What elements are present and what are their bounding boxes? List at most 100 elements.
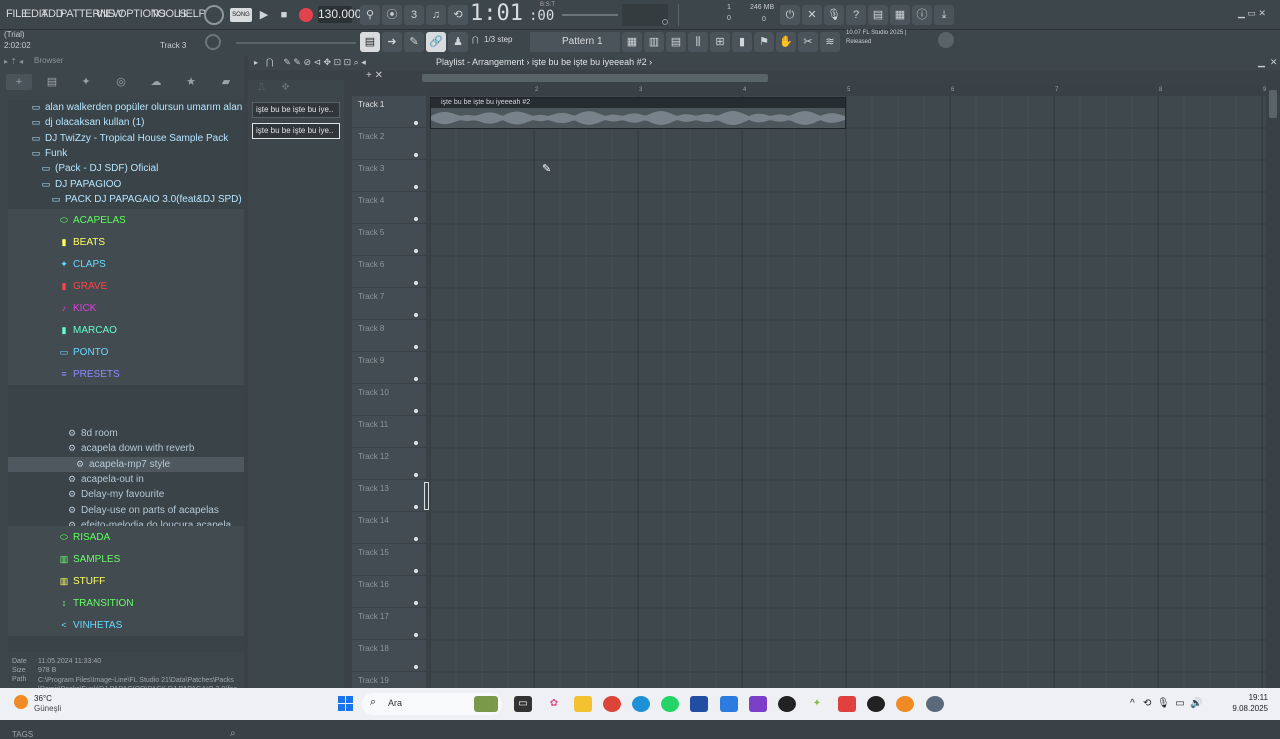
track-header[interactable]: Track 16	[352, 576, 426, 608]
browser-item[interactable]: ▮ MARCAO	[8, 319, 244, 341]
track-header[interactable]: Track 12	[352, 448, 426, 480]
browser-add-icon[interactable]: +	[6, 74, 32, 90]
hand-icon[interactable]: ✋	[776, 32, 796, 52]
copilot-icon[interactable]: ✿	[545, 696, 563, 712]
track-header[interactable]: Track 6	[352, 256, 426, 288]
tempo-display[interactable]: 130.000	[318, 6, 361, 23]
track-header[interactable]: Track 14	[352, 512, 426, 544]
track-resize-handle[interactable]	[424, 482, 429, 510]
taskbar-search[interactable]: ⌕ Ara	[362, 693, 502, 715]
browser-item[interactable]: ≡ PRESETS	[8, 363, 244, 385]
picker-icons[interactable]: ⎍ ✥	[258, 82, 290, 93]
mixer-view-icon[interactable]: ⫼	[688, 32, 708, 52]
track-enable-dot[interactable]	[414, 185, 418, 189]
playlist-icon[interactable]: ▤	[360, 32, 380, 52]
stamp-icon[interactable]: ♟	[448, 32, 468, 52]
track-header[interactable]: Track 1	[352, 96, 426, 128]
browser-item[interactable]: ▥ SAMPLES	[8, 548, 244, 570]
browser-item[interactable]: ▭ dj olacaksan kullan (1)	[8, 115, 244, 130]
track-enable-dot[interactable]	[414, 473, 418, 477]
song-mode-toggle[interactable]: SONG	[230, 8, 252, 22]
draw-mode-icon[interactable]: ✎	[404, 32, 424, 52]
browser-item[interactable]: ♪ KICK	[8, 297, 244, 319]
project-icon[interactable]: ▮	[732, 32, 752, 52]
record-button[interactable]	[299, 8, 313, 22]
channel-rack-icon[interactable]: ▥	[644, 32, 664, 52]
browser-item[interactable]: ↕ TRANSITION	[8, 592, 244, 614]
main-volume-knob[interactable]	[205, 34, 221, 50]
settings-icon[interactable]	[926, 696, 944, 712]
wait-input-icon[interactable]: ⦿	[382, 5, 402, 25]
start-button[interactable]	[338, 696, 354, 712]
track-header[interactable]: Track 7	[352, 288, 426, 320]
browser-item[interactable]: ⚙ acapela-out in	[8, 472, 244, 487]
track-enable-dot[interactable]	[414, 249, 418, 253]
track-header[interactable]: Track 4	[352, 192, 426, 224]
plugin-icon[interactable]: ▦	[890, 5, 910, 25]
timeline-ruler[interactable]: 23456789	[430, 86, 1266, 96]
browser-item[interactable]: ▮ BEATS	[8, 231, 244, 253]
browser-icon[interactable]: ⊞	[710, 32, 730, 52]
browser-plugin-icon[interactable]: ✦	[76, 74, 96, 90]
info-icon[interactable]: ⓘ	[912, 5, 932, 25]
recording-knob[interactable]	[204, 5, 224, 25]
track-header[interactable]: Track 15	[352, 544, 426, 576]
track-header[interactable]: Track 8	[352, 320, 426, 352]
edge-icon[interactable]	[632, 696, 650, 712]
picker-item-1[interactable]: işte bu be işte bu iye..	[252, 102, 340, 118]
track-enable-dot[interactable]	[414, 281, 418, 285]
browser-item[interactable]: ⚙ Delay-use on parts of acapelas	[8, 503, 244, 518]
save-icon[interactable]: ▤	[868, 5, 888, 25]
playlist-tools-icons[interactable]: ⋂ ✎ ✎ ⊘ ⊲ ✥ ⊡ ⊡ ⌕ ◂	[266, 57, 366, 68]
pattern-selector[interactable]: Pattern 1	[530, 32, 620, 52]
browser-file-icon[interactable]: ▤	[42, 74, 62, 90]
browser-star-icon[interactable]: ★	[181, 74, 201, 90]
countdown-icon[interactable]: 3	[404, 5, 424, 25]
help-icon[interactable]: ?	[846, 5, 866, 25]
task-view-icon[interactable]: ▭	[514, 696, 532, 712]
menu-help[interactable]: HELP	[178, 8, 206, 20]
app-icon-1[interactable]	[778, 696, 796, 712]
track-enable-dot[interactable]	[414, 665, 418, 669]
window-controls[interactable]: ▁ ▭ ✕	[1238, 8, 1266, 19]
app-icon-3[interactable]	[838, 696, 856, 712]
browser-bag-icon[interactable]: ▰	[216, 74, 236, 90]
tags-search-icon[interactable]: ⌕	[230, 728, 236, 739]
metronome-icon[interactable]: ⚲	[360, 5, 380, 25]
mixer-icon[interactable]: ▦	[622, 32, 642, 52]
browser-cloud-icon[interactable]: ☁	[146, 74, 166, 90]
stop-button[interactable]: ■	[274, 5, 294, 25]
browser-item[interactable]: ▭ DJ TwiZzy - Tropical House Sample Pack	[8, 131, 244, 146]
browser-item[interactable]: ⬭ RISADA	[8, 526, 244, 548]
cut-icon[interactable]: ✂	[798, 32, 818, 52]
browser-item[interactable]: ▭ DJ PAPAGIOO	[8, 177, 244, 192]
playlist-zoom-icon[interactable]: + ✕	[366, 70, 383, 81]
close-tool-icon[interactable]: ✕	[802, 5, 822, 25]
visual-studio-icon[interactable]	[749, 696, 767, 712]
tray-icons[interactable]: ^ ⟲ 🎙 ▭ 🔊	[1130, 698, 1203, 709]
browser-item[interactable]: < VINHETAS	[8, 614, 244, 636]
browser-item[interactable]: ▮ GRAVE	[8, 275, 244, 297]
magnet-icon[interactable]: ⋂	[472, 35, 479, 44]
browser-item[interactable]: ⚙ acapela down with reverb	[8, 441, 244, 456]
arrow-icon[interactable]: ➜	[382, 32, 402, 52]
plugin-db-icon[interactable]: ⚑	[754, 32, 774, 52]
track-header[interactable]: Track 5	[352, 224, 426, 256]
fl-studio-icon[interactable]	[896, 696, 914, 712]
browser-item[interactable]: ▭ PACK DJ PAPAGAIO 3.0(feat&DJ SPD)	[8, 192, 244, 207]
track-enable-dot[interactable]	[414, 505, 418, 509]
step-edit-icon[interactable]: ♫	[426, 5, 446, 25]
browser-search-icon[interactable]: ◎	[111, 74, 131, 90]
track-header[interactable]: Track 11	[352, 416, 426, 448]
track-enable-dot[interactable]	[414, 601, 418, 605]
audio-clip[interactable]: işte bu be işte bu iyeeeah #2	[430, 97, 846, 129]
track-header[interactable]: Track 2	[352, 128, 426, 160]
playlist-window-controls[interactable]: ▁ ✕	[1258, 57, 1277, 68]
browser-item[interactable]: ⚙ Delay-my favourite	[8, 487, 244, 502]
browser-item[interactable]: ▭ PONTO	[8, 341, 244, 363]
track-enable-dot[interactable]	[414, 537, 418, 541]
store-icon[interactable]	[690, 696, 708, 712]
chrome-icon[interactable]	[603, 696, 621, 712]
microphone-icon[interactable]: 🎙	[824, 5, 844, 25]
main-pitch-slider[interactable]	[236, 42, 356, 44]
